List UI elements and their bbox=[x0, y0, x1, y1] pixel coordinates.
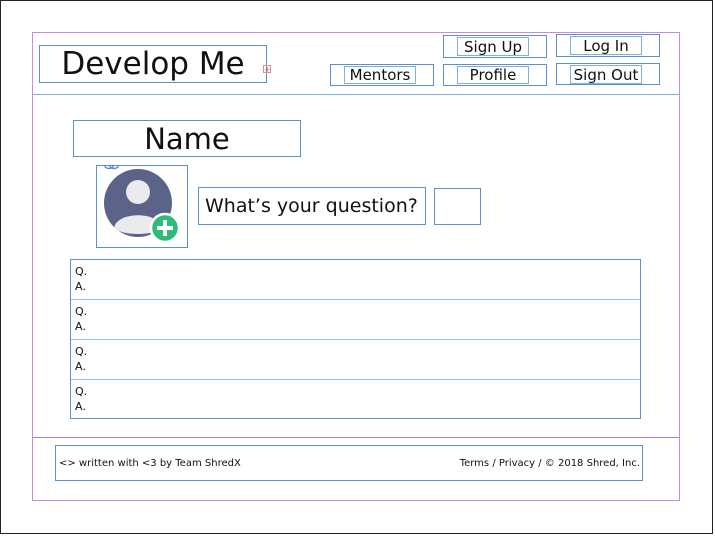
signout-label: Sign Out bbox=[570, 65, 642, 84]
qa-item[interactable]: Q. A. bbox=[71, 340, 640, 380]
expand-icon: + bbox=[263, 65, 271, 74]
signup-button[interactable]: Sign Up bbox=[443, 35, 547, 58]
question-input[interactable]: What’s your question? bbox=[198, 187, 426, 225]
qa-question: Q. bbox=[75, 385, 88, 398]
add-photo-icon bbox=[149, 212, 181, 244]
qa-question: Q. bbox=[75, 345, 88, 358]
qa-answer: A. bbox=[75, 320, 86, 333]
qa-question: Q. bbox=[75, 305, 88, 318]
footer-legal-links[interactable]: Terms / Privacy / © 2018 Shred, Inc. bbox=[460, 458, 640, 469]
profile-name: Name bbox=[73, 120, 301, 157]
qa-answer: A. bbox=[75, 400, 86, 413]
avatar-upload[interactable] bbox=[96, 165, 188, 248]
qa-item[interactable]: Q. A. bbox=[71, 300, 640, 340]
login-button[interactable]: Log In bbox=[556, 34, 660, 57]
footer-credit: <> written with <3 by Team ShredX bbox=[59, 458, 241, 469]
brand-title[interactable]: Develop Me bbox=[39, 45, 267, 83]
profile-label: Profile bbox=[457, 66, 529, 84]
mentors-label: Mentors bbox=[344, 66, 416, 84]
qa-question: Q. bbox=[75, 265, 88, 278]
login-label: Log In bbox=[570, 36, 642, 55]
mentors-button[interactable]: Mentors bbox=[330, 64, 434, 86]
signup-label: Sign Up bbox=[457, 37, 529, 56]
avatar bbox=[104, 166, 181, 244]
signout-button[interactable]: Sign Out bbox=[556, 63, 660, 85]
qa-item[interactable]: Q. A. bbox=[71, 380, 640, 420]
profile-button[interactable]: Profile bbox=[443, 64, 547, 86]
question-placeholder: What’s your question? bbox=[205, 195, 418, 217]
footer: <> written with <3 by Team ShredX Terms … bbox=[55, 445, 643, 481]
link-icon bbox=[104, 166, 119, 170]
qa-answer: A. bbox=[75, 360, 86, 373]
submit-question-button[interactable] bbox=[434, 188, 481, 225]
qa-item[interactable]: Q. A. bbox=[71, 260, 640, 300]
qa-answer: A. bbox=[75, 280, 86, 293]
brand-title-text: Develop Me bbox=[61, 46, 245, 82]
